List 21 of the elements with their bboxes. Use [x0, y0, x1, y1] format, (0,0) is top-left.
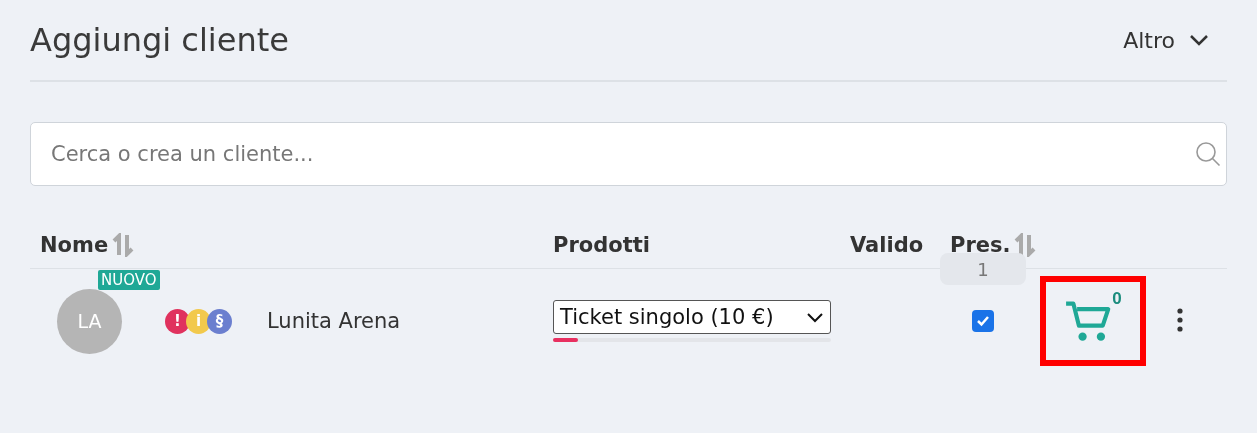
page-title: Aggiungi cliente: [30, 21, 289, 59]
chevron-down-icon: [1189, 34, 1209, 46]
column-header: Prodotti: [553, 233, 650, 257]
avatar: LA: [57, 288, 122, 354]
client-name: Lunita Arena: [267, 309, 401, 333]
search-field[interactable]: Cerca o crea un cliente...: [30, 122, 1227, 186]
presence-count: 1: [940, 253, 1026, 285]
cart-button[interactable]: 0: [1040, 276, 1146, 366]
status-icon: §: [207, 308, 232, 334]
checkmark-icon: [976, 315, 990, 327]
product-select[interactable]: Ticket singolo (10 €): [553, 300, 831, 334]
presence-checkbox[interactable]: [972, 310, 994, 332]
status-icon: i: [186, 308, 211, 334]
chevron-down-icon: [806, 311, 824, 323]
more-menu-button[interactable]: Altro: [1123, 27, 1209, 53]
status-icon: !: [165, 308, 190, 334]
more-options-icon[interactable]: [1175, 307, 1185, 335]
new-badge: NUOVO: [98, 269, 160, 290]
column-header[interactable]: Nome: [40, 233, 109, 257]
column-header: Valido: [850, 233, 924, 257]
search-icon: [1195, 141, 1221, 167]
